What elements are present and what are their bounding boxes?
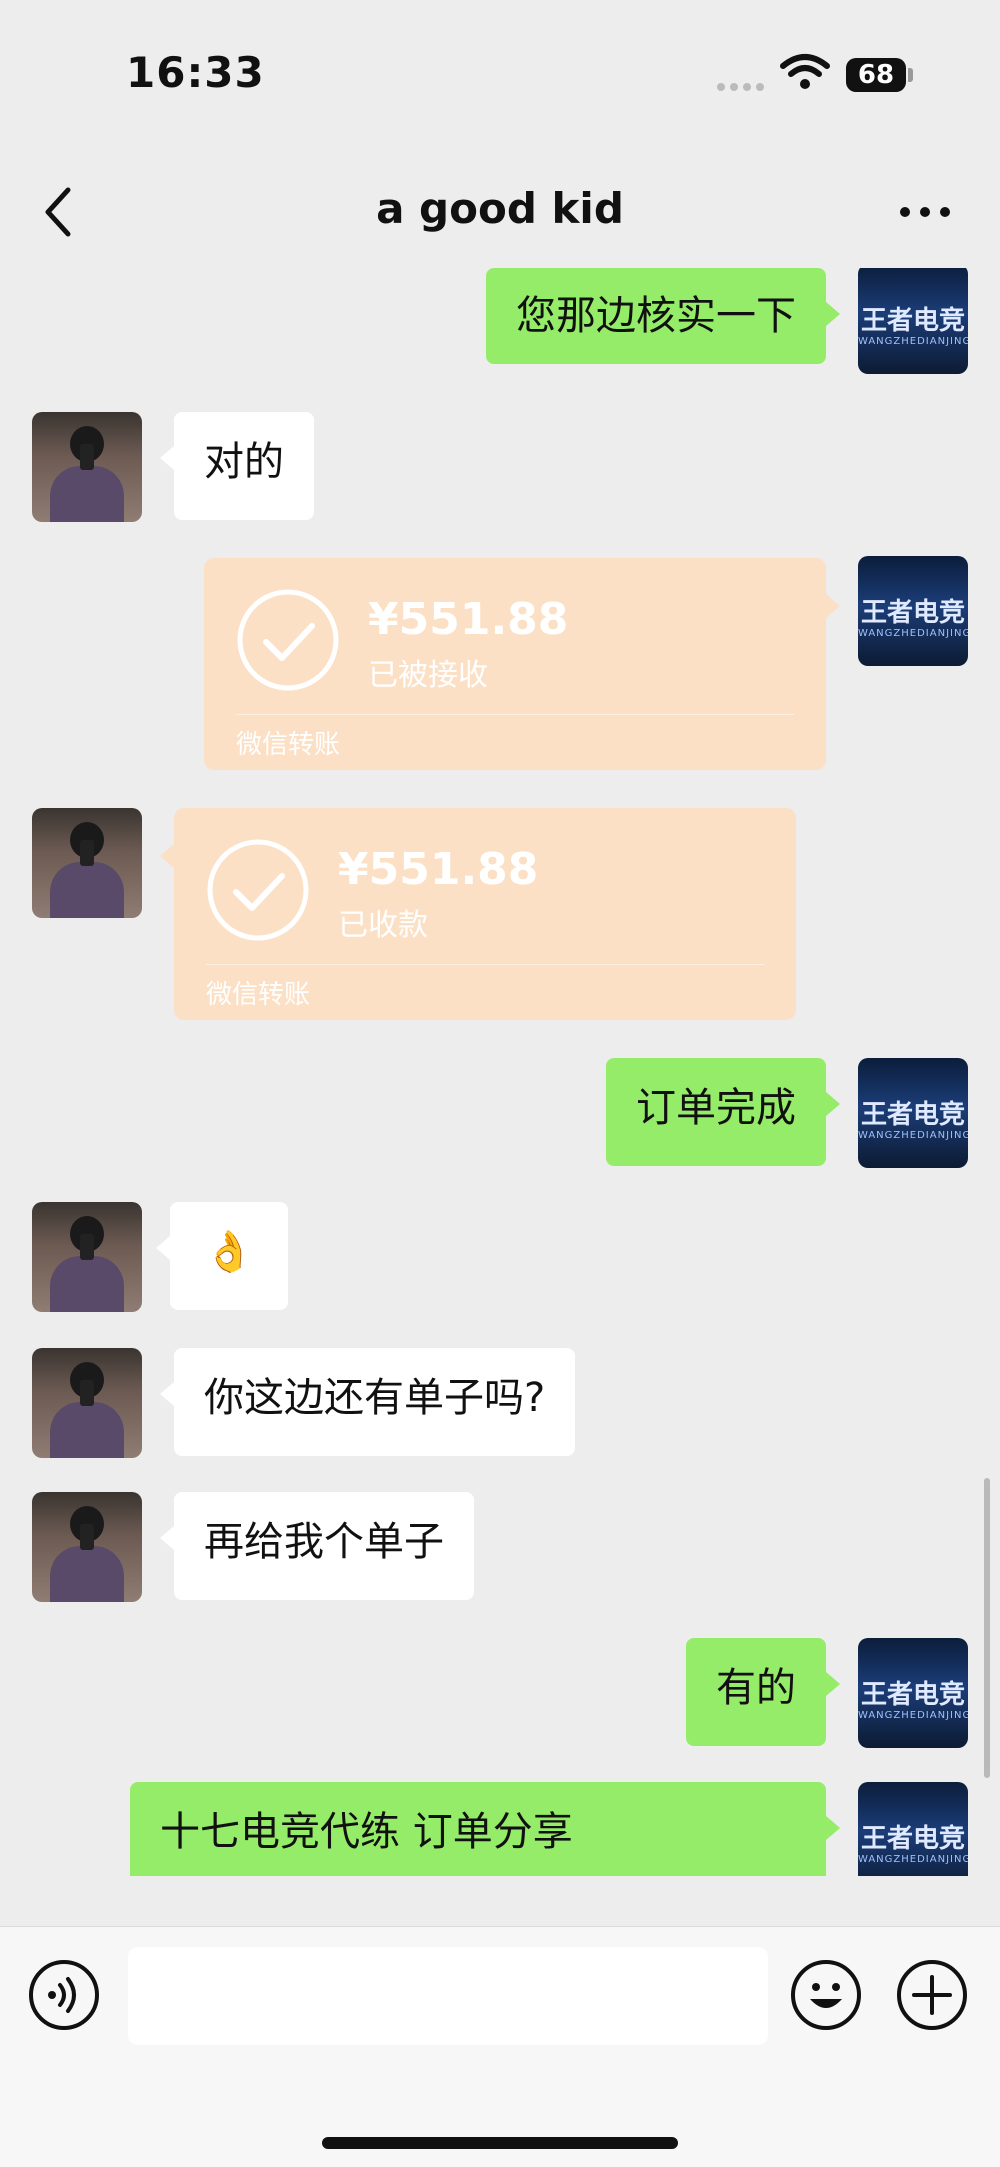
self-avatar[interactable]: 王者电竞 WANGZHEDIANJING: [858, 556, 968, 666]
plus-icon[interactable]: [896, 1959, 968, 2031]
transfer-source: 微信转账: [206, 980, 311, 1010]
contact-avatar[interactable]: [32, 1492, 142, 1602]
contact-avatar[interactable]: [32, 808, 142, 918]
check-circle-icon: [237, 589, 339, 691]
transfer-card-other[interactable]: ¥551.88 已收款 微信转账: [160, 808, 796, 1020]
message-bubble-other[interactable]: 再给我个单子: [160, 1492, 474, 1600]
transfer-status: 已收款: [338, 908, 428, 943]
contact-avatar[interactable]: [32, 1202, 142, 1312]
message-input[interactable]: [128, 1947, 768, 2045]
transfer-source: 微信转账: [236, 730, 341, 760]
scrollbar[interactable]: [984, 1478, 990, 1778]
self-avatar[interactable]: 王者电竞 WANGZHEDIANJING: [858, 268, 968, 374]
message-bubble-other[interactable]: 你这边还有单子吗?: [159, 1348, 576, 1456]
voice-icon[interactable]: [28, 1959, 100, 2031]
message-bubble-self[interactable]: 十七电竞代练 订单分享: [130, 1782, 840, 1876]
contact-avatar[interactable]: [32, 1348, 142, 1458]
chat-message-list[interactable]: 您那边核实一下 王者电竞 WANGZHEDIANJING 对的 ¥551.88 …: [0, 268, 1000, 1876]
wifi-icon: [780, 54, 830, 89]
message-bubble-other[interactable]: 👌: [156, 1202, 288, 1310]
contact-avatar[interactable]: [32, 412, 142, 522]
transfer-status: 已被接收: [368, 658, 488, 693]
message-bubble-self[interactable]: 有的: [686, 1638, 840, 1746]
transfer-amount: ¥551.88: [368, 594, 569, 645]
input-bar: [0, 1926, 1000, 2167]
self-avatar[interactable]: 王者电竞 WANGZHEDIANJING: [858, 1058, 968, 1168]
signal-dots-icon: [717, 83, 764, 91]
home-indicator[interactable]: [322, 2137, 678, 2149]
message-bubble-self[interactable]: 订单完成: [606, 1058, 840, 1166]
message-bubble-other[interactable]: 对的: [160, 412, 314, 520]
self-avatar[interactable]: 王者电竞 WANGZHEDIANJING: [858, 1638, 968, 1748]
emoji-icon[interactable]: [790, 1959, 862, 2031]
chat-title: a good kid: [376, 184, 624, 233]
battery-indicator: 68: [846, 58, 906, 92]
status-time: 16:33: [126, 48, 265, 97]
more-dots-icon[interactable]: [895, 192, 955, 232]
check-circle-icon: [207, 839, 309, 941]
self-avatar[interactable]: 王者电竞 WANGZHEDIANJING: [858, 1782, 968, 1876]
battery-cap: [908, 68, 913, 82]
transfer-amount: ¥551.88: [338, 844, 539, 895]
chat-header: a good kid: [0, 160, 1000, 260]
status-bar: 16:33 68: [0, 0, 1000, 150]
transfer-card-self[interactable]: ¥551.88 已被接收 微信转账: [204, 558, 840, 770]
message-bubble-self[interactable]: 您那边核实一下: [486, 268, 840, 364]
